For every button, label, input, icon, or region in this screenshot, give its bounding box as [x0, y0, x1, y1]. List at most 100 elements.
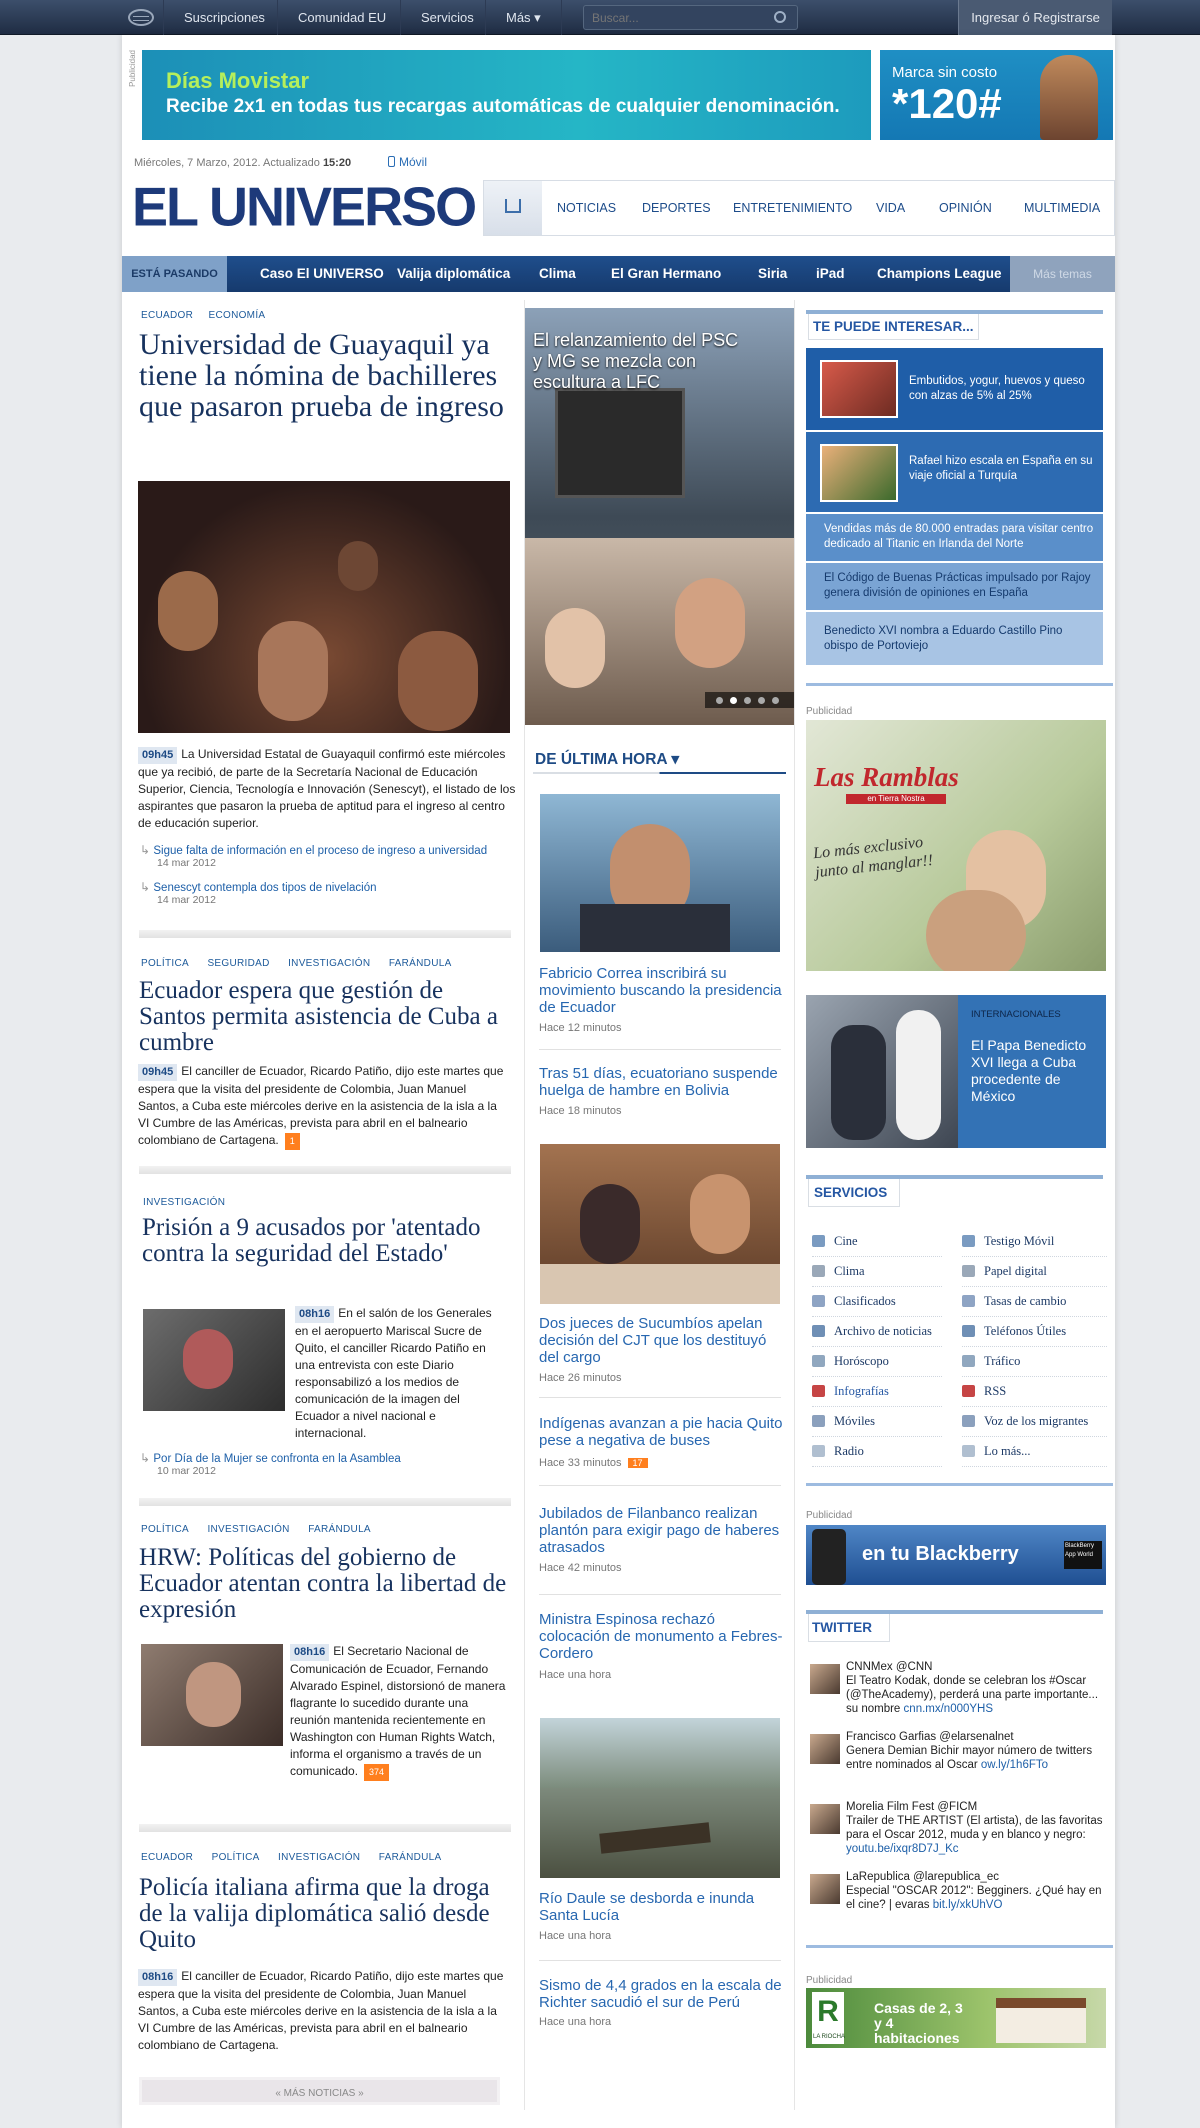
- news-photo[interactable]: [540, 1144, 780, 1304]
- news-headline[interactable]: Sismo de 4,4 grados en la escala de Rich…: [539, 1977, 784, 2011]
- nav-vida[interactable]: VIDA: [876, 181, 905, 235]
- movistar-code-banner[interactable]: Marca sin costo *120#: [880, 50, 1113, 140]
- slider-dot[interactable]: [772, 697, 779, 704]
- lariocha-ad[interactable]: R LA RIOCHA Casas de 2, 3 y 4 habitacion…: [806, 1988, 1106, 2048]
- tag-link[interactable]: ECONOMÍA: [209, 310, 266, 321]
- related-link[interactable]: Senescyt contempla dos tipos de nivelaci…: [153, 882, 376, 894]
- interest-item[interactable]: Benedicto XVI nombra a Eduardo Castillo …: [806, 612, 1103, 665]
- service-item[interactable]: Archivo de noticias: [812, 1317, 942, 1347]
- slider-dot[interactable]: [758, 697, 765, 704]
- service-item[interactable]: Cine: [812, 1227, 942, 1257]
- trending-item[interactable]: Caso El UNIVERSO: [260, 256, 384, 292]
- service-item[interactable]: Clasificados: [812, 1287, 942, 1317]
- tag-link[interactable]: FARÁNDULA: [308, 1524, 371, 1535]
- tag-link[interactable]: FARÁNDULA: [389, 958, 452, 969]
- slider-dot[interactable]: [744, 697, 751, 704]
- service-item[interactable]: Tráfico: [962, 1347, 1107, 1377]
- comment-count[interactable]: 17: [627, 1458, 648, 1468]
- tweet-link[interactable]: bit.ly/xkUhVO: [933, 1899, 1003, 1911]
- nav-deportes[interactable]: DEPORTES: [642, 181, 711, 235]
- tag-link[interactable]: POLÍTICA: [141, 1524, 189, 1535]
- related-link[interactable]: Por Día de la Mujer se confronta en la A…: [153, 1453, 400, 1465]
- news-headline[interactable]: Jubilados de Filanbanco realizan plantón…: [539, 1505, 784, 1556]
- service-item[interactable]: Infografías: [812, 1377, 942, 1407]
- more-news-button[interactable]: « MÁS NOTICIAS »: [139, 2077, 500, 2105]
- news-headline[interactable]: Indígenas avanzan a pie hacia Quito pese…: [539, 1415, 784, 1449]
- tag-link[interactable]: SEGURIDAD: [207, 958, 269, 969]
- tag-link[interactable]: ECUADOR: [141, 1852, 193, 1863]
- service-item[interactable]: Voz de los migrantes: [962, 1407, 1107, 1437]
- article-photo[interactable]: [141, 1644, 283, 1746]
- tag-link[interactable]: INVESTIGACIÓN: [207, 1524, 289, 1535]
- news-photo[interactable]: [540, 794, 780, 952]
- service-item[interactable]: Testigo Móvil: [962, 1227, 1107, 1257]
- tag-link[interactable]: POLÍTICA: [212, 1852, 260, 1863]
- tag-link[interactable]: INVESTIGACIÓN: [288, 958, 370, 969]
- nav-servicios[interactable]: Servicios: [400, 0, 494, 35]
- trending-item[interactable]: Valija diplomática: [397, 256, 510, 292]
- service-item[interactable]: Horóscopo: [812, 1347, 942, 1377]
- tweet-link[interactable]: ow.ly/1h6FTo: [981, 1759, 1048, 1771]
- movil-link[interactable]: Móvil: [388, 155, 427, 169]
- service-item[interactable]: Lo más...: [962, 1437, 1107, 1467]
- article-photo[interactable]: [143, 1309, 285, 1411]
- nav-mas[interactable]: Más ▾: [485, 0, 562, 35]
- service-item[interactable]: RSS: [962, 1377, 1107, 1407]
- trending-item[interactable]: Champions League: [877, 256, 1002, 292]
- nav-suscripciones[interactable]: Suscripciones: [163, 0, 285, 35]
- related-item[interactable]: ↳ Senescyt contempla dos tipos de nivela…: [140, 880, 520, 906]
- article-headline[interactable]: Prisión a 9 acusados por 'atentado contr…: [142, 1215, 512, 1267]
- news-photo[interactable]: [540, 1718, 780, 1878]
- tweet-user[interactable]: Morelia Film Fest @FICM: [846, 1800, 1104, 1814]
- tweet-link[interactable]: youtu.be/ixqr8D7J_Kc: [846, 1843, 959, 1855]
- trending-item[interactable]: iPad: [816, 256, 845, 292]
- service-item[interactable]: Móviles: [812, 1407, 942, 1437]
- lead-headline[interactable]: Universidad de Guayaquil ya tiene la nóm…: [139, 329, 514, 422]
- nav-opinion[interactable]: OPINIÓN: [939, 181, 992, 235]
- movistar-banner[interactable]: Días Movistar Recibe 2x1 en todas tus re…: [142, 50, 871, 140]
- tag-link[interactable]: FARÁNDULA: [379, 1852, 442, 1863]
- site-logo[interactable]: EL UNIVERSO: [132, 175, 477, 238]
- globe-icon[interactable]: [128, 9, 154, 26]
- news-headline[interactable]: Dos jueces de Sucumbíos apelan decisión …: [539, 1315, 784, 1366]
- service-item[interactable]: Papel digital: [962, 1257, 1107, 1287]
- trending-item[interactable]: El Gran Hermano: [611, 256, 721, 292]
- more-topics-button[interactable]: Más temas: [1010, 256, 1115, 292]
- avatar[interactable]: [810, 1874, 840, 1904]
- service-item[interactable]: Clima: [812, 1257, 942, 1287]
- news-headline[interactable]: Fabricio Correa inscribirá su movimiento…: [539, 965, 784, 1016]
- intl-feature[interactable]: INTERNACIONALES El Papa Benedicto XVI ll…: [806, 995, 1106, 1148]
- slider-dot[interactable]: [730, 697, 737, 704]
- service-item[interactable]: Radio: [812, 1437, 942, 1467]
- article-headline[interactable]: HRW: Políticas del gobierno de Ecuador a…: [139, 1545, 514, 1623]
- ramblas-ad[interactable]: Las Ramblas en Tierra Nostra Lo más excl…: [806, 720, 1106, 971]
- service-item[interactable]: Tasas de cambio: [962, 1287, 1107, 1317]
- tag-link[interactable]: POLÍTICA: [141, 958, 189, 969]
- comment-count[interactable]: 1: [284, 1133, 300, 1150]
- ultima-hora-title[interactable]: DE ÚLTIMA HORA ▾: [535, 750, 679, 769]
- avatar[interactable]: [810, 1734, 840, 1764]
- tag-link[interactable]: INVESTIGACIÓN: [143, 1197, 225, 1208]
- news-headline[interactable]: Tras 51 días, ecuatoriano suspende huelg…: [539, 1065, 784, 1099]
- article-headline[interactable]: Policía italiana afirma que la droga de …: [139, 1875, 504, 1953]
- photo-slider[interactable]: El relanzamiento del PSC y MG se mezcla …: [525, 308, 795, 725]
- trending-item[interactable]: Clima: [539, 256, 576, 292]
- avatar[interactable]: [810, 1664, 840, 1694]
- nav-multimedia[interactable]: MULTIMEDIA: [1024, 181, 1100, 235]
- related-item[interactable]: ↳ Por Día de la Mujer se confronta en la…: [140, 1451, 520, 1477]
- login-button[interactable]: Ingresar ó Registrarse: [958, 0, 1112, 35]
- interest-item[interactable]: El Código de Buenas Prácticas impulsado …: [806, 563, 1103, 610]
- comment-count[interactable]: 374: [364, 1764, 390, 1781]
- tweet-user[interactable]: Francisco Garfias @elarsenalnet: [846, 1730, 1104, 1744]
- trending-item[interactable]: Siria: [758, 256, 787, 292]
- lead-photo[interactable]: [138, 481, 510, 733]
- tweet-user[interactable]: LaRepublica @larepublica_ec: [846, 1870, 1104, 1884]
- related-item[interactable]: ↳ Sigue falta de información en el proce…: [140, 843, 520, 869]
- news-headline[interactable]: Río Daule se desborda e inunda Santa Luc…: [539, 1890, 784, 1924]
- tag-link[interactable]: ECUADOR: [141, 310, 193, 321]
- slider-dot[interactable]: [716, 697, 723, 704]
- nav-comunidad[interactable]: Comunidad EU: [277, 0, 406, 35]
- nav-entretenimiento[interactable]: ENTRETENIMIENTO: [733, 181, 852, 235]
- search-icon[interactable]: [774, 11, 786, 23]
- interest-item[interactable]: Vendidas más de 80.000 entradas para vis…: [806, 514, 1103, 561]
